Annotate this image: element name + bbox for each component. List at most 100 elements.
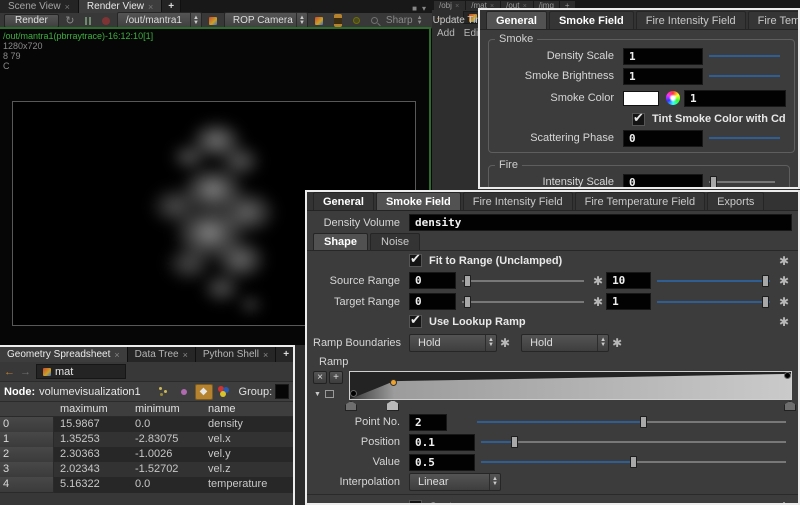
new-pane-tab-button[interactable]: + — [276, 347, 295, 362]
choose-camera-icon[interactable] — [312, 14, 326, 27]
point-no-field[interactable]: 2 — [409, 414, 447, 431]
target-range-min-field[interactable]: 0 — [409, 293, 456, 310]
use-lookup-ramp-checkbox[interactable]: ✔ — [409, 315, 422, 328]
intensity-scale-slider[interactable] — [709, 174, 775, 189]
tab-scene-view[interactable]: Scene View × — [0, 0, 79, 13]
sharpness-selector[interactable]: Sharp — [386, 15, 413, 26]
gear-icon[interactable]: ✱ — [776, 275, 792, 287]
table-row[interactable]: 2 2.30363 -1.0026 vel.y — [0, 447, 293, 462]
close-icon[interactable]: × — [65, 2, 70, 12]
gear-icon[interactable]: ✱ — [776, 501, 792, 505]
interpolation-select[interactable]: Linear ▲▼ — [409, 473, 501, 491]
vertices-mode-icon[interactable] — [175, 384, 193, 400]
table-row[interactable]: 1 1.35253 -2.83075 vel.x — [0, 432, 293, 447]
tab-exports[interactable]: Exports — [707, 192, 764, 210]
target-range-min-slider[interactable] — [462, 294, 584, 310]
ramp-gradient[interactable] — [349, 371, 792, 400]
ramp-handle-last[interactable] — [784, 401, 796, 411]
target-range-max-slider[interactable] — [657, 294, 770, 310]
ramp-add-point-button[interactable]: + — [329, 371, 343, 384]
snapshot-icon[interactable] — [334, 14, 342, 27]
pane-menu-icon[interactable]: ▾ — [422, 4, 426, 13]
tab-smoke-field[interactable]: Smoke Field — [549, 11, 634, 29]
position-field[interactable]: 0.1 — [409, 434, 475, 451]
forward-icon[interactable]: → — [20, 366, 31, 378]
close-icon[interactable]: × — [114, 350, 119, 360]
spreadsheet-path-field[interactable]: mat — [36, 364, 126, 379]
close-icon[interactable]: × — [183, 350, 188, 360]
ramp-options-icon[interactable] — [325, 390, 334, 398]
stop-icon[interactable] — [99, 14, 113, 27]
group-field[interactable] — [275, 384, 289, 399]
target-range-max-field[interactable]: 1 — [606, 293, 651, 310]
ramp-point-0[interactable] — [351, 391, 356, 396]
tab-fire-temperature-field[interactable]: Fire Temperature Field — [748, 11, 800, 29]
refresh-icon[interactable]: ↻ — [63, 14, 77, 27]
table-row[interactable]: 4 5.16322 0.0 temperature — [0, 477, 293, 492]
gear-icon[interactable]: ✱ — [776, 255, 792, 267]
density-scale-slider[interactable] — [709, 48, 780, 64]
source-range-max-slider[interactable] — [657, 273, 770, 289]
ramp-point-last[interactable] — [785, 373, 790, 378]
tab-smoke-field[interactable]: Smoke Field — [376, 192, 461, 210]
table-row[interactable]: 0 15.9867 0.0 density — [0, 417, 293, 432]
pane-maximize-icon[interactable]: ■ — [412, 4, 417, 13]
ramp-delete-point-button[interactable]: × — [313, 371, 327, 384]
smoke-color-field[interactable]: 1 — [684, 90, 786, 107]
tab-shape[interactable]: Shape — [313, 233, 368, 250]
color-swatch[interactable] — [623, 91, 659, 106]
fit-to-range-checkbox[interactable]: ✔ — [409, 254, 422, 267]
close-icon[interactable]: × — [454, 3, 460, 10]
back-icon[interactable]: ← — [4, 366, 15, 378]
color-wheel-icon[interactable] — [666, 91, 680, 105]
tab-noise[interactable]: Noise — [370, 233, 420, 250]
value-field[interactable]: 0.5 — [409, 454, 475, 471]
tab-general[interactable]: General — [486, 11, 547, 29]
gear-icon[interactable]: ✱ — [590, 296, 606, 308]
tab-fire-temperature-field[interactable]: Fire Temperature Field — [575, 192, 705, 210]
choose-rop-icon[interactable] — [206, 14, 220, 27]
position-slider[interactable] — [481, 434, 786, 450]
density-volume-field[interactable]: density — [409, 214, 792, 231]
close-icon[interactable]: × — [148, 2, 153, 12]
tab-fire-intensity-field[interactable]: Fire Intensity Field — [463, 192, 573, 210]
ramp-boundary-right-select[interactable]: Hold ▲▼ — [521, 334, 609, 352]
source-range-min-field[interactable]: 0 — [409, 272, 456, 289]
smoke-brightness-slider[interactable] — [709, 68, 780, 84]
source-range-max-field[interactable]: 10 — [606, 272, 651, 289]
contour-checkbox[interactable] — [409, 500, 422, 505]
value-slider[interactable] — [481, 454, 786, 470]
tab-fire-intensity-field[interactable]: Fire Intensity Field — [636, 11, 746, 29]
tint-checkbox[interactable]: ✔ — [632, 113, 645, 126]
tab-general[interactable]: General — [313, 192, 374, 210]
ramp-boundary-left-select[interactable]: Hold ▲▼ — [409, 334, 497, 352]
source-range-min-slider[interactable] — [462, 273, 584, 289]
points-mode-icon[interactable] — [155, 384, 173, 400]
gear-icon[interactable]: ✱ — [609, 337, 625, 349]
tab-python-shell[interactable]: Python Shell × — [196, 347, 276, 362]
intensity-scale-field[interactable]: 0 — [623, 174, 703, 190]
scattering-phase-slider[interactable] — [709, 130, 780, 146]
path-tab-obj[interactable]: /obj × — [434, 1, 465, 10]
table-row[interactable]: 3 2.02343 -1.52702 vel.z — [0, 462, 293, 477]
lights-icon[interactable] — [350, 14, 364, 27]
gear-icon[interactable]: ✱ — [776, 296, 792, 308]
scattering-phase-field[interactable]: 0 — [623, 130, 703, 147]
ramp-handle-selected[interactable] — [386, 400, 399, 411]
collapse-icon[interactable]: ▼ — [314, 391, 321, 398]
gear-icon[interactable]: ✱ — [776, 316, 792, 328]
magnify-icon[interactable] — [368, 14, 382, 27]
detail-mode-icon[interactable] — [215, 384, 233, 400]
smoke-brightness-field[interactable]: 1 — [623, 68, 703, 85]
close-icon[interactable]: × — [263, 350, 268, 360]
primitives-mode-icon[interactable]: ◆ — [195, 384, 213, 400]
gear-icon[interactable]: ✱ — [590, 275, 606, 287]
tab-geometry-spreadsheet[interactable]: Geometry Spreadsheet × — [0, 347, 128, 362]
tab-data-tree[interactable]: Data Tree × — [128, 347, 196, 362]
render-button[interactable]: Render — [4, 14, 59, 28]
pause-icon[interactable] — [81, 14, 95, 27]
point-no-slider[interactable] — [477, 414, 786, 430]
menu-add[interactable]: Add — [437, 28, 455, 39]
gear-icon[interactable]: ✱ — [497, 337, 513, 349]
ramp-point-selected[interactable] — [391, 380, 396, 385]
